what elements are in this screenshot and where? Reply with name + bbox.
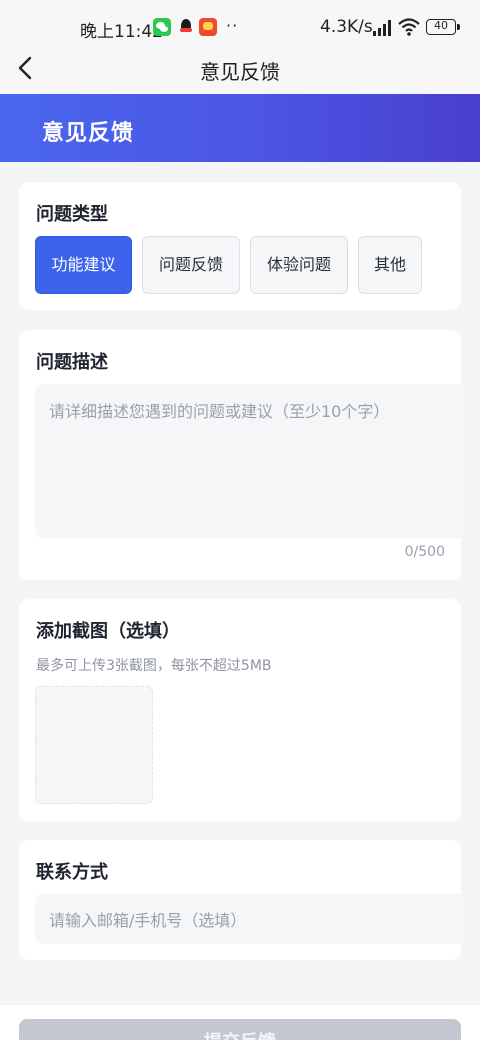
option-bug-report[interactable]: 问题反馈 <box>142 236 240 294</box>
option-feature-suggestion[interactable]: 功能建议 <box>35 236 132 294</box>
status-time: 晚上11:42 <box>80 22 163 42</box>
description-textarea[interactable]: 请详细描述您遇到的问题或建议（至少10个字） <box>35 384 461 538</box>
wifi-icon <box>398 18 420 36</box>
contact-placeholder: 请输入邮箱/手机号（选填） <box>49 911 247 930</box>
screenshot-title: 添加截图（选填） <box>36 621 180 642</box>
issue-type-card: 问题类型 功能建议 问题反馈 体验问题 其他 <box>19 182 461 310</box>
page-title: 意见反馈 <box>200 60 280 84</box>
description-card: 问题描述 请详细描述您遇到的问题或建议（至少10个字） 0/500 <box>19 330 461 580</box>
description-title: 问题描述 <box>36 352 108 373</box>
header-banner: 意见反馈 <box>0 94 480 162</box>
option-experience-issue[interactable]: 体验问题 <box>250 236 348 294</box>
character-count: 0/500 <box>404 544 445 560</box>
battery-icon: 40 <box>426 19 460 35</box>
banner-title: 意见反馈 <box>42 121 135 146</box>
qq-icon <box>177 18 195 36</box>
screenshot-card: 添加截图（选填） 最多可上传3张截图，每张不超过5MB <box>19 599 461 821</box>
screenshot-hint: 最多可上传3张截图，每张不超过5MB <box>36 658 272 674</box>
battery-level: 40 <box>434 19 448 32</box>
contact-title: 联系方式 <box>36 862 108 883</box>
feedback-page: 晚上11:42 ·· 4.3K/s 40 意见反馈 意见反馈 问题类型 功能建议… <box>0 0 480 1040</box>
bottom-bar: 提交反馈 <box>0 1004 480 1040</box>
signal-icon <box>373 20 391 36</box>
option-other[interactable]: 其他 <box>358 236 422 294</box>
upload-screenshot-button[interactable] <box>35 686 153 804</box>
network-speed: 4.3K/s <box>320 17 373 37</box>
contact-card: 联系方式 请输入邮箱/手机号（选填） <box>19 840 461 960</box>
contact-input[interactable]: 请输入邮箱/手机号（选填） <box>35 894 461 944</box>
shop-app-icon <box>199 18 217 36</box>
description-placeholder: 请详细描述您遇到的问题或建议（至少10个字） <box>49 402 390 421</box>
issue-type-title: 问题类型 <box>36 204 108 225</box>
more-notifications-indicator: ·· <box>226 16 239 35</box>
status-bar: 晚上11:42 ·· 4.3K/s 40 <box>0 0 480 56</box>
nav-bar: 意见反馈 <box>0 56 480 94</box>
wechat-icon <box>153 18 171 36</box>
submit-feedback-button[interactable]: 提交反馈 <box>19 1019 461 1040</box>
